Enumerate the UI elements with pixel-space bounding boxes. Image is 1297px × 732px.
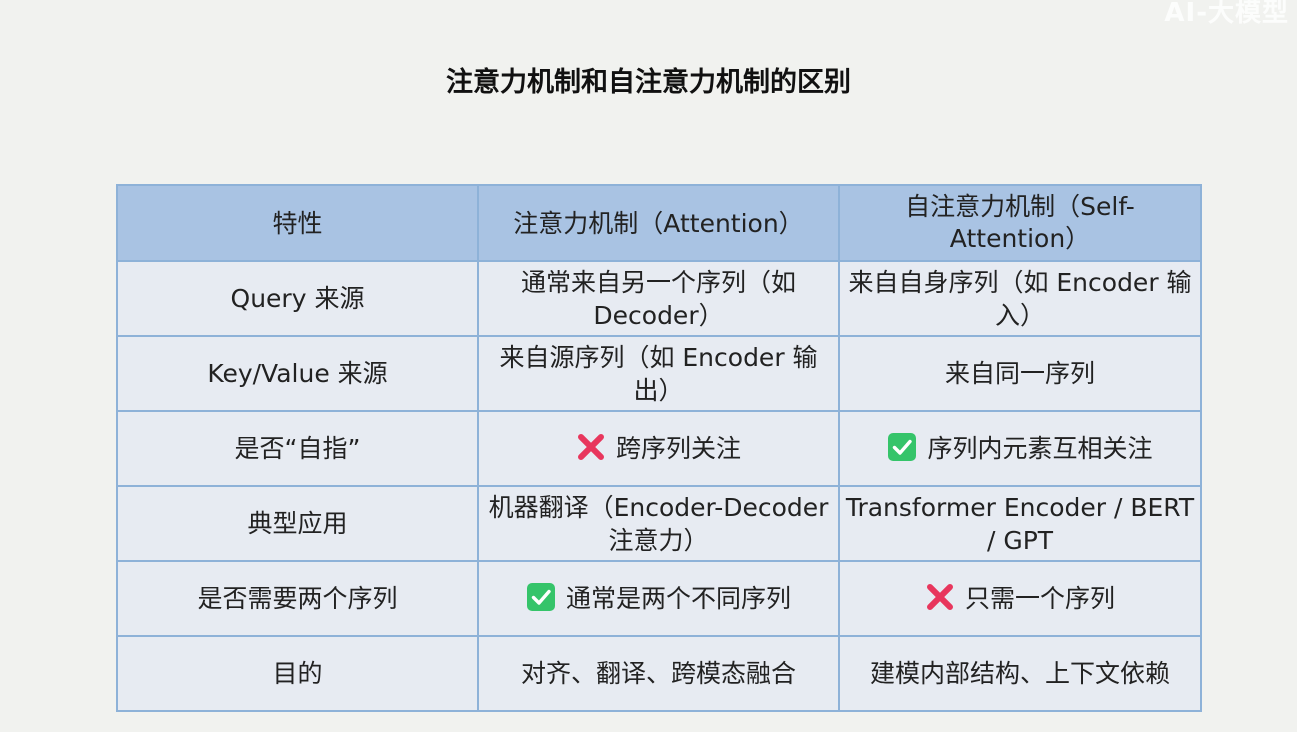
feature-cell: 是否需要两个序列 — [116, 560, 479, 637]
comparison-table: 特性 注意力机制（Attention） 自注意力机制（Self-Attentio… — [116, 184, 1202, 712]
table-row: 典型应用 机器翻译（Encoder-Decoder 注意力） Transform… — [116, 485, 1202, 562]
header-self-attention: 自注意力机制（Self-Attention） — [838, 184, 1202, 262]
self-attention-cell: 来自同一序列 — [838, 335, 1202, 412]
self-attention-text: 来自自身序列（如 Encoder 输入） — [848, 267, 1192, 330]
table-row: 是否“自指” 跨序列关注 序列内元素互相关注 — [116, 410, 1202, 487]
attention-cell: 来自源序列（如 Encoder 输出） — [477, 335, 840, 412]
table-row: Query 来源 通常来自另一个序列（如 Decoder） 来自自身序列（如 E… — [116, 260, 1202, 337]
self-attention-text: 序列内元素互相关注 — [927, 434, 1153, 463]
attention-cell: 通常是两个不同序列 — [477, 560, 840, 637]
attention-text: 通常是两个不同序列 — [565, 584, 791, 613]
self-attention-cell: Transformer Encoder / BERT / GPT — [838, 485, 1202, 562]
table-header-row: 特性 注意力机制（Attention） 自注意力机制（Self-Attentio… — [116, 184, 1202, 262]
header-feature: 特性 — [116, 184, 479, 262]
feature-cell: 典型应用 — [116, 485, 479, 562]
feature-cell: Key/Value 来源 — [116, 335, 479, 412]
self-attention-cell: 只需一个序列 — [838, 560, 1202, 637]
cross-mark-icon — [926, 584, 953, 610]
table-row: 目的 对齐、翻译、跨模态融合 建模内部结构、上下文依赖 — [116, 635, 1202, 712]
attention-cell: 机器翻译（Encoder-Decoder 注意力） — [477, 485, 840, 562]
attention-cell: 对齐、翻译、跨模态融合 — [477, 635, 840, 712]
attention-text: 来自源序列（如 Encoder 输出） — [499, 342, 818, 405]
header-self-attention-label: 自注意力机制（Self-Attention） — [905, 191, 1135, 254]
attention-text: 跨序列关注 — [615, 434, 741, 463]
attention-text: 机器翻译（Encoder-Decoder 注意力） — [488, 492, 829, 555]
self-attention-cell: 来自自身序列（如 Encoder 输入） — [838, 260, 1202, 337]
check-mark-icon — [888, 433, 917, 461]
check-mark-icon — [526, 583, 555, 611]
self-attention-text: 只需一个序列 — [964, 584, 1115, 613]
attention-cell: 跨序列关注 — [477, 410, 840, 487]
attention-cell: 通常来自另一个序列（如 Decoder） — [477, 260, 840, 337]
header-attention: 注意力机制（Attention） — [477, 184, 840, 262]
self-attention-cell: 建模内部结构、上下文依赖 — [838, 635, 1202, 712]
feature-cell: 是否“自指” — [116, 410, 479, 487]
self-attention-text: Transformer Encoder / BERT / GPT — [845, 492, 1195, 555]
watermark: AI-大模型 — [1164, 0, 1289, 28]
page-title: 注意力机制和自注意力机制的区别 — [446, 67, 851, 98]
feature-cell: Query 来源 — [116, 260, 479, 337]
attention-text: 通常来自另一个序列（如 Decoder） — [520, 267, 796, 330]
table-row: 是否需要两个序列 通常是两个不同序列 只需一个序列 — [116, 560, 1202, 637]
feature-cell: 目的 — [116, 635, 479, 712]
self-attention-cell: 序列内元素互相关注 — [838, 410, 1202, 487]
table-row: Key/Value 来源 来自源序列（如 Encoder 输出） 来自同一序列 — [116, 335, 1202, 412]
cross-mark-icon — [577, 434, 604, 460]
